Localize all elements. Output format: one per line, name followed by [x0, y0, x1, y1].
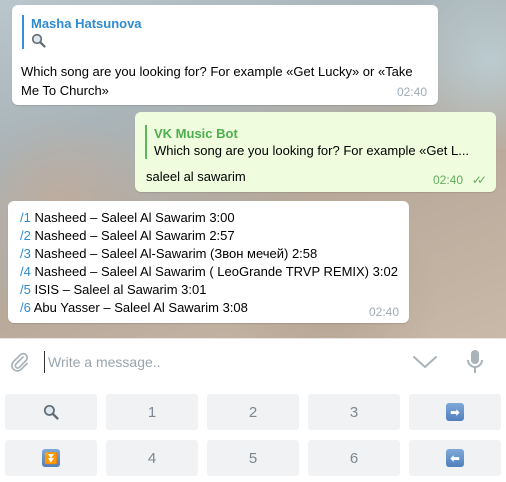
result-title: ISIS – Saleel al Sawarim 3:01 [30, 282, 207, 297]
result-command-link[interactable]: /3 [20, 246, 31, 261]
keyboard-button-download[interactable]: ⏬ [5, 440, 97, 476]
reply-preview-text: Which song are you looking for? For exam… [154, 143, 470, 158]
reply-author: VK Music Bot [154, 126, 238, 141]
reply-author: Masha Hatsunova [31, 16, 142, 31]
keyboard-button-search[interactable] [5, 394, 97, 430]
result-command-link[interactable]: /5 [20, 282, 31, 297]
result-title: Nasheed – Saleel Al Sawarim ( LeoGrande … [30, 264, 398, 279]
result-item[interactable]: /1 Nasheed – Saleel Al Sawarim 3:00 [20, 209, 398, 227]
arrow-down-icon: ⏬ [42, 449, 60, 467]
chat-history[interactable]: Masha Hatsunova Which song are you looki… [0, 0, 506, 338]
result-title: Nasheed – Saleel Al Sawarim 3:00 [30, 210, 235, 225]
reply-quote[interactable]: VK Music Bot Which song are you looking … [145, 125, 485, 159]
keyboard-button-2[interactable]: 2 [207, 394, 299, 430]
message-composer [0, 338, 506, 384]
message-text: Which song are you looking for? For exam… [21, 64, 413, 98]
magnifier-icon [31, 32, 142, 49]
bot-keyboard: 1 2 3 ➡ ⏬ 4 5 6 ⬅ [0, 384, 506, 482]
microphone-icon[interactable] [466, 349, 484, 378]
arrow-right-icon: ➡ [446, 403, 464, 421]
arrow-left-icon: ⬅ [446, 449, 464, 467]
result-item[interactable]: /6 Abu Yasser – Saleel Al Sawarim 3:08 [20, 299, 398, 317]
result-command-link[interactable]: /1 [20, 210, 31, 225]
outgoing-message[interactable]: VK Music Bot Which song are you looking … [135, 112, 496, 192]
result-item[interactable]: /4 Nasheed – Saleel Al Sawarim ( LeoGran… [20, 263, 398, 281]
keyboard-button-next[interactable]: ➡ [409, 394, 501, 430]
result-item[interactable]: /2 Nasheed – Saleel Al Sawarim 2:57 [20, 227, 398, 245]
message-time: 02:40 [396, 85, 427, 99]
keyboard-button-6[interactable]: 6 [308, 440, 400, 476]
keyboard-button-3[interactable]: 3 [308, 394, 400, 430]
result-command-link[interactable]: /2 [20, 228, 31, 243]
read-checkmarks-icon: ✓✓ [471, 173, 487, 187]
keyboard-button-1[interactable]: 1 [106, 394, 198, 430]
result-title: Nasheed – Saleel Al-Sawarim (Звон мечей)… [30, 246, 318, 261]
magnifier-icon [43, 404, 59, 420]
keyboard-button-4[interactable]: 4 [106, 440, 198, 476]
message-text: saleel al sawarim [146, 169, 246, 184]
message-input[interactable] [44, 351, 384, 373]
result-item[interactable]: /5 ISIS – Saleel al Sawarim 3:01 [20, 281, 398, 299]
keyboard-button-back[interactable]: ⬅ [409, 440, 501, 476]
incoming-message[interactable]: Masha Hatsunova Which song are you looki… [12, 5, 438, 105]
keyboard-button-5[interactable]: 5 [207, 440, 299, 476]
message-time: 02:40 [368, 305, 399, 319]
paperclip-icon[interactable] [8, 351, 30, 376]
message-time: 02:40 [432, 173, 463, 187]
chevron-down-icon[interactable] [412, 354, 438, 373]
search-results-list: /1 Nasheed – Saleel Al Sawarim 3:00 /2 N… [20, 209, 398, 317]
incoming-message[interactable]: /1 Nasheed – Saleel Al Sawarim 3:00 /2 N… [8, 201, 409, 323]
result-title: Abu Yasser – Saleel Al Sawarim 3:08 [30, 300, 248, 315]
result-command-link[interactable]: /4 [20, 264, 31, 279]
result-item[interactable]: /3 Nasheed – Saleel Al-Sawarim (Звон меч… [20, 245, 398, 263]
result-command-link[interactable]: /6 [20, 300, 31, 315]
reply-quote[interactable]: Masha Hatsunova [22, 15, 142, 49]
result-title: Nasheed – Saleel Al Sawarim 2:57 [30, 228, 235, 243]
